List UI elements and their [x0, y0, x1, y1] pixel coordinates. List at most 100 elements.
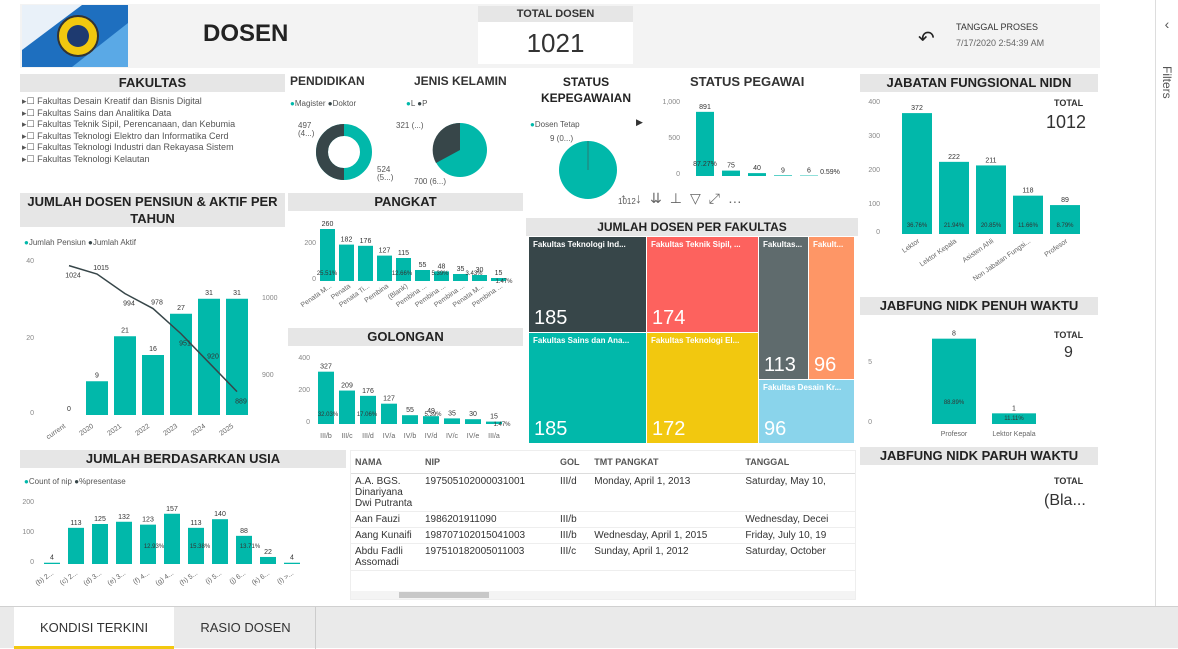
table-scrollbar[interactable]	[351, 591, 855, 599]
table-header-cell[interactable]: GOL	[556, 451, 590, 474]
sp-pct-label: 0.59%	[820, 169, 840, 176]
filter-icon[interactable]: ▽	[690, 190, 709, 206]
table-row[interactable]: Abdu Fadli Assomadi197510182005011003III…	[351, 544, 855, 571]
pang-tick: 0	[312, 276, 316, 283]
fakultas-item[interactable]: ▸☐ Fakultas Teknologi Kelautan	[22, 154, 282, 166]
table-row[interactable]: A.A. BGS. Dinariyana Dwi Putranta1975051…	[351, 474, 855, 512]
usia-bar	[164, 514, 180, 564]
usia-tick: 0	[30, 559, 34, 566]
tab-kondisi-terkini[interactable]: KONDISI TERKINI	[14, 607, 174, 649]
table-cell: A.A. BGS. Dinariyana Dwi Putranta	[351, 474, 421, 512]
treemap-tile[interactable]: Fakultas Teknologi El...172	[647, 333, 758, 443]
jab-tick: 0	[876, 229, 880, 236]
fakultas-item[interactable]: ▸☐ Fakultas Teknik Sipil, Perencanaan, d…	[22, 119, 282, 131]
pen-line-label: 1024	[65, 273, 81, 280]
pang-bar	[415, 270, 430, 281]
gol-bar	[360, 396, 376, 424]
jab-category-label: Asisten Ahli	[961, 238, 995, 265]
treemap-tile[interactable]: Fakultas Desain Kr...96	[759, 380, 854, 443]
table-cell: Saturday, May 10,	[741, 474, 855, 512]
treemap-tile[interactable]: Fakultas Sains dan Ana... 185	[529, 333, 646, 443]
drill-down-icon[interactable]: ↓	[635, 190, 650, 206]
table-cell: 197510182005011003	[421, 544, 556, 571]
filter-pane[interactable]: ‹ Filters	[1155, 0, 1178, 606]
focus-mode-icon[interactable]: ⤢	[709, 190, 728, 206]
fakultas-item[interactable]: ▸☐ Fakultas Teknologi Industri dan Rekay…	[22, 142, 282, 154]
gol-category-label: III/c	[341, 433, 353, 440]
checkbox[interactable]: ☐	[27, 154, 35, 164]
usia-chart[interactable]: 200100041131251321231571131408822412.93%…	[20, 490, 350, 600]
checkbox[interactable]: ☐	[27, 119, 35, 129]
pendidikan-label-a2: (4...)	[298, 129, 315, 138]
table-cell: III/b	[556, 528, 590, 544]
pangkat-chart[interactable]: 2000260182176127115554835301525.51%12.66…	[290, 215, 522, 327]
pang-value-label: 55	[419, 262, 427, 269]
expand-icon[interactable]: ▶	[636, 117, 643, 128]
table-row[interactable]: Aang Kunaifi198707102015041003III/bWedne…	[351, 528, 855, 544]
table-header-cell[interactable]: TMT PANGKAT	[590, 451, 741, 474]
fakultas-item[interactable]: ▸☐ Fakultas Teknologi Elektro dan Inform…	[22, 131, 282, 143]
pang-category-label: Penata M...	[300, 283, 333, 309]
treemap-tile[interactable]: Fakultas Teknologi Ind...185	[529, 237, 646, 332]
usia-bar	[212, 519, 228, 564]
status-pegawai-chart[interactable]: 1,000500089175409687.27%0.59%	[650, 92, 855, 184]
usia-value-label: 113	[190, 520, 201, 527]
total-dosen-card: TOTAL DOSEN 1021	[478, 6, 633, 64]
fakultas-item[interactable]: ▸☐ Fakultas Desain Kreatif dan Bisnis Di…	[22, 96, 282, 108]
tab-rasio-dosen[interactable]: RASIO DOSEN	[176, 607, 316, 649]
jabatan-title: JABATAN FUNGSIONAL NIDN	[860, 74, 1098, 92]
pensiun-chart[interactable]: 4020010009000921162731311024101599497895…	[20, 250, 290, 445]
sp-tick: 1,000	[662, 99, 680, 106]
table-row[interactable]: Aan Fauzi19862019110​90III/bWednesday, D…	[351, 512, 855, 528]
gol-tick: 200	[298, 387, 310, 394]
checkbox[interactable]: ☐	[27, 108, 35, 118]
jabfung-paruh-total-value: (Bla...	[1044, 492, 1086, 510]
more-options-icon[interactable]: …	[728, 190, 750, 206]
chevron-left-icon[interactable]: ‹	[1156, 16, 1178, 32]
tanggal-slicer[interactable]: TANGGAL PROSES 7/17/2020 2:54:39 AM	[956, 22, 1044, 48]
pen-line-label: 920	[207, 354, 219, 361]
jab-value-label: 89	[1061, 197, 1069, 204]
logo	[22, 5, 128, 67]
pang-pct-label: 3.43%	[465, 271, 483, 277]
table-cell: Saturday, October	[741, 544, 855, 571]
drill-up-icon[interactable]: ↑	[620, 190, 635, 206]
usia-category-label: (c) 2...	[59, 570, 79, 587]
checkbox[interactable]: ☐	[27, 96, 35, 106]
hierarchy-icon[interactable]: ⊥	[670, 190, 690, 206]
jabfung-penuh-chart[interactable]: 508188.89%Profesor11.11%Lektor Kepala	[860, 320, 1060, 445]
table-header-cell[interactable]: NIP	[421, 451, 556, 474]
treemap-tile-label: Fakultas Sains dan Ana...	[529, 333, 646, 348]
pang-value-label: 115	[398, 250, 409, 257]
pen-line-label: 978	[151, 300, 163, 307]
treemap-tile[interactable]: Fakult...96	[809, 237, 854, 379]
pendidikan-donut[interactable]: 497 (4...) 524 (5...)	[290, 110, 410, 190]
checkbox[interactable]: ☐	[27, 142, 35, 152]
pendidikan-legend: ●Magister ●Doktor	[290, 99, 356, 108]
gol-tick: 0	[306, 419, 310, 426]
pen-left-tick: 0	[30, 410, 34, 417]
usia-bar	[44, 563, 60, 564]
sp-value-label: 75	[727, 163, 735, 170]
pen-category-label: 2024	[190, 423, 207, 438]
pang-value-label: 15	[495, 270, 503, 277]
table-cell: III/b	[556, 512, 590, 528]
jk-pie[interactable]: 321 (...) 700 (6...)	[396, 110, 516, 190]
usia-pct-label: 12.93%	[144, 544, 165, 550]
undo-arrow-icon[interactable]: ↶	[918, 26, 935, 51]
checkbox[interactable]: ☐	[27, 131, 35, 141]
pen-bar	[226, 299, 248, 415]
expand-level-icon[interactable]: ⇊	[650, 190, 670, 206]
golongan-title: GOLONGAN	[288, 328, 523, 346]
table-header-cell[interactable]: NAMA	[351, 451, 421, 474]
gol-value-label: 127	[383, 396, 395, 403]
treemap-tile-value: 185	[534, 418, 567, 441]
fakultas-item[interactable]: ▸☐ Fakultas Sains dan Analitika Data	[22, 108, 282, 120]
table-header-cell[interactable]: TANGGAL	[741, 451, 855, 474]
treemap-tile[interactable]: Fakultas Teknik Sipil, ...174	[647, 237, 758, 332]
pen-value-label: 16	[149, 346, 157, 353]
dosen-table[interactable]: NAMANIPGOLTMT PANGKATTANGGALA.A. BGS. Di…	[350, 450, 856, 600]
jabatan-chart[interactable]: 40030020010003722222111188936.76%21.94%2…	[860, 92, 1100, 292]
golongan-chart[interactable]: 4002000327209176127554935301532.03%17.06…	[290, 350, 522, 445]
treemap-tile[interactable]: Fakultas...113	[759, 237, 808, 379]
